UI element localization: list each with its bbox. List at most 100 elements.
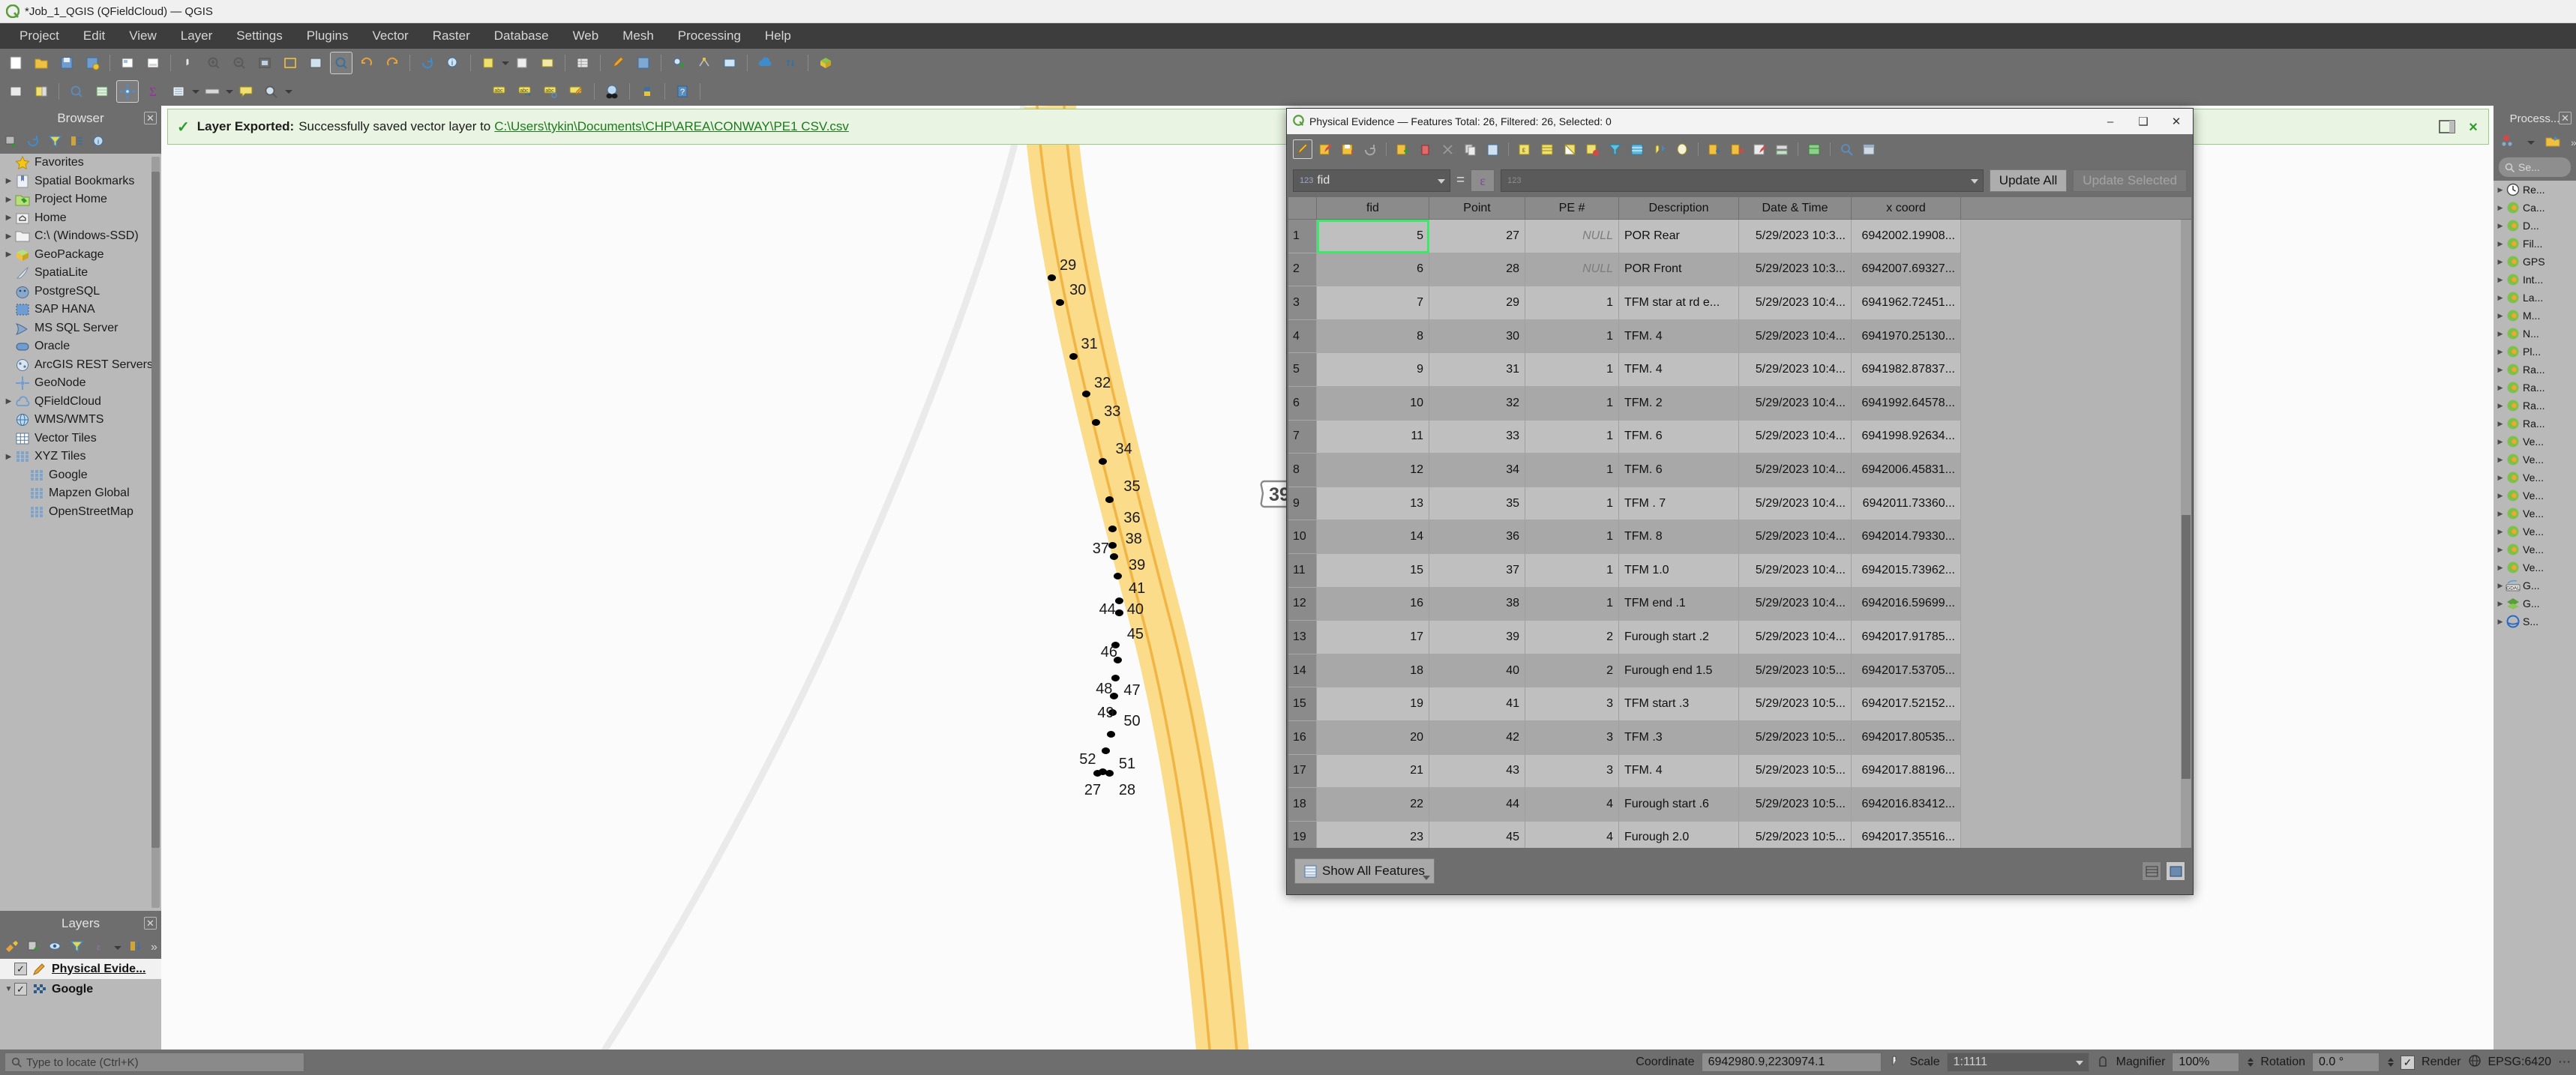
row-number[interactable]: 8 (1288, 454, 1317, 487)
new-print-layout-icon[interactable] (142, 52, 164, 74)
chevron-down-icon[interactable] (1423, 876, 1431, 880)
layers-tree[interactable]: ✓ Physical Evide... ▼ ✓ Google (0, 959, 161, 1050)
save-layer-edits-icon[interactable] (632, 52, 655, 74)
map-point-marker[interactable] (1069, 353, 1078, 361)
cell-datetime[interactable]: 5/29/2023 10:4... (1739, 454, 1852, 487)
zoom-map-icon[interactable] (1837, 139, 1856, 159)
processing-provider-item[interactable]: ▶ Ra... (2494, 397, 2576, 415)
cell-datetime[interactable]: 5/29/2023 10:4... (1739, 420, 1852, 454)
cell-pe[interactable]: 4 (1525, 821, 1619, 848)
select-features-icon[interactable] (477, 52, 499, 74)
browser-item-geopackage[interactable]: ▶ GeoPackage (0, 246, 161, 265)
layer-visibility-checkbox[interactable]: ✓ (14, 983, 27, 996)
cell-pe[interactable]: 1 (1525, 454, 1619, 487)
attribute-table-grid[interactable]: fid Point PE # Description Date & Time x coor… (1288, 197, 2191, 848)
add-group-icon[interactable] (26, 939, 40, 957)
row-number[interactable]: 15 (1288, 687, 1317, 721)
chevron-down-icon[interactable] (1970, 179, 1978, 184)
deselect-all-icon[interactable] (4, 80, 27, 103)
chevron-right-icon[interactable]: ▶ (2495, 474, 2506, 482)
cell-fid[interactable]: 23 (1317, 821, 1429, 848)
menu-database[interactable]: Database (482, 27, 561, 45)
cell-fid[interactable]: 19 (1317, 687, 1429, 721)
cell-description[interactable]: TFM. 2 (1619, 386, 1739, 421)
map-point-marker[interactable] (1108, 541, 1117, 549)
cell-fid[interactable]: 14 (1317, 520, 1429, 554)
table-row[interactable]: 9 13 35 1 TFM . 7 5/29/2023 10:4... 6942011.73… (1288, 487, 2191, 521)
expression-input[interactable]: 123 (1501, 169, 1984, 192)
browser-item-ms-sql-server[interactable]: MS SQL Server (0, 319, 161, 338)
new-field-icon[interactable] (1705, 139, 1724, 159)
cell-description[interactable]: TFM .3 (1619, 720, 1739, 755)
row-number[interactable]: 2 (1288, 253, 1317, 287)
chevron-right-icon[interactable]: ▶ (2495, 456, 2506, 464)
cell-pe[interactable]: 1 (1525, 553, 1619, 588)
layout-manager-icon[interactable] (116, 52, 139, 74)
browser-item-vector-tiles[interactable]: Vector Tiles (0, 430, 161, 448)
cell-point[interactable]: 37 (1429, 553, 1525, 588)
new-project-icon[interactable] (4, 52, 27, 74)
sum-statistics-icon[interactable]: Σ (142, 80, 164, 103)
browser-item-spatialite[interactable]: SpatiaLite (0, 264, 161, 283)
cell-pe[interactable]: 3 (1525, 720, 1619, 755)
cell-fid[interactable]: 20 (1317, 720, 1429, 755)
cell-description[interactable]: TFM. 4 (1619, 353, 1739, 387)
manage-visibility-icon[interactable] (48, 939, 62, 957)
cell-xcoord[interactable]: 6941962.72451... (1852, 286, 1961, 320)
browser-item-xyz-tiles[interactable]: ▶ XYZ Tiles (0, 448, 161, 466)
row-number[interactable]: 19 (1288, 821, 1317, 848)
cell-description[interactable]: TFM start .3 (1619, 687, 1739, 721)
table-row[interactable]: 19 23 45 4 Furough 2.0 5/29/2023 10:5... 69420… (1288, 821, 2191, 848)
cell-description[interactable]: TFM star at rd e... (1619, 286, 1739, 320)
chevron-right-icon[interactable]: ▶ (3, 177, 14, 185)
zoom-selection-icon[interactable] (279, 52, 301, 74)
measure-line-icon[interactable] (65, 80, 88, 103)
zoom-to-selected-icon[interactable] (1672, 139, 1692, 159)
layers-close-icon[interactable]: ✕ (144, 917, 157, 930)
cell-description[interactable]: TFM 1.0 (1619, 553, 1739, 588)
processing-provider-item[interactable]: ▶ GDAL G... (2494, 576, 2576, 594)
chevron-right-icon[interactable]: ▶ (3, 250, 14, 259)
cell-xcoord[interactable]: 6942002.19908... (1852, 220, 1961, 253)
table-row[interactable]: 10 14 36 1 TFM. 8 5/29/2023 10:4... 6942014.79… (1288, 520, 2191, 554)
processing-provider-item[interactable]: ▶ Ra... (2494, 379, 2576, 397)
chevron-right-icon[interactable]: ▶ (2495, 240, 2506, 248)
column-header-fid[interactable]: fid (1317, 197, 1429, 219)
processing-provider-item[interactable]: ▶ G... (2494, 594, 2576, 612)
cell-point[interactable]: 29 (1429, 286, 1525, 320)
chevron-right-icon[interactable]: ▶ (3, 232, 14, 241)
add-selected-layers-icon[interactable] (4, 134, 19, 151)
zoom-next-icon[interactable] (381, 52, 403, 74)
processing-overflow-icon[interactable]: » (2571, 136, 2576, 148)
layer-item-google[interactable]: ▼ ✓ Google (0, 979, 161, 999)
map-point-marker[interactable] (1092, 418, 1101, 426)
add-feature-icon[interactable] (1393, 139, 1412, 159)
browser-item-wms-wmts[interactable]: WMS/WMTS (0, 411, 161, 430)
table-view-button[interactable] (2142, 861, 2161, 881)
menu-vector[interactable]: Vector (361, 27, 421, 45)
geopackage-tool-icon[interactable] (814, 52, 837, 74)
cell-pe[interactable]: 1 (1525, 319, 1619, 354)
cell-xcoord[interactable]: 6942016.59699... (1852, 587, 1961, 621)
column-header-point[interactable]: Point (1429, 197, 1525, 219)
filter-legend-icon[interactable] (70, 939, 84, 957)
cell-point[interactable]: 40 (1429, 654, 1525, 688)
layer-visibility-checkbox[interactable]: ✓ (14, 963, 27, 975)
menu-project[interactable]: Project (7, 27, 71, 45)
processing-search-box[interactable]: Se... (2498, 157, 2572, 178)
cell-pe[interactable]: 1 (1525, 386, 1619, 421)
open-attribute-table-icon[interactable] (571, 52, 594, 74)
cell-description[interactable]: TFM. 6 (1619, 420, 1739, 454)
cell-description[interactable]: TFM . 7 (1619, 487, 1739, 521)
new-shapefile-icon[interactable] (91, 80, 113, 103)
cell-point[interactable]: 44 (1429, 788, 1525, 822)
filter-browser-icon[interactable] (48, 134, 62, 151)
expression-filter-icon[interactable]: ε (91, 939, 106, 957)
row-number[interactable]: 3 (1288, 286, 1317, 320)
browser-item-oracle[interactable]: Oracle (0, 337, 161, 356)
menu-help[interactable]: Help (753, 27, 803, 45)
chevron-down-icon[interactable] (192, 89, 199, 94)
identify-features-icon[interactable]: i (442, 52, 464, 74)
crs-globe-icon[interactable] (2468, 1054, 2482, 1071)
chevron-right-icon[interactable]: ▶ (2495, 258, 2506, 266)
